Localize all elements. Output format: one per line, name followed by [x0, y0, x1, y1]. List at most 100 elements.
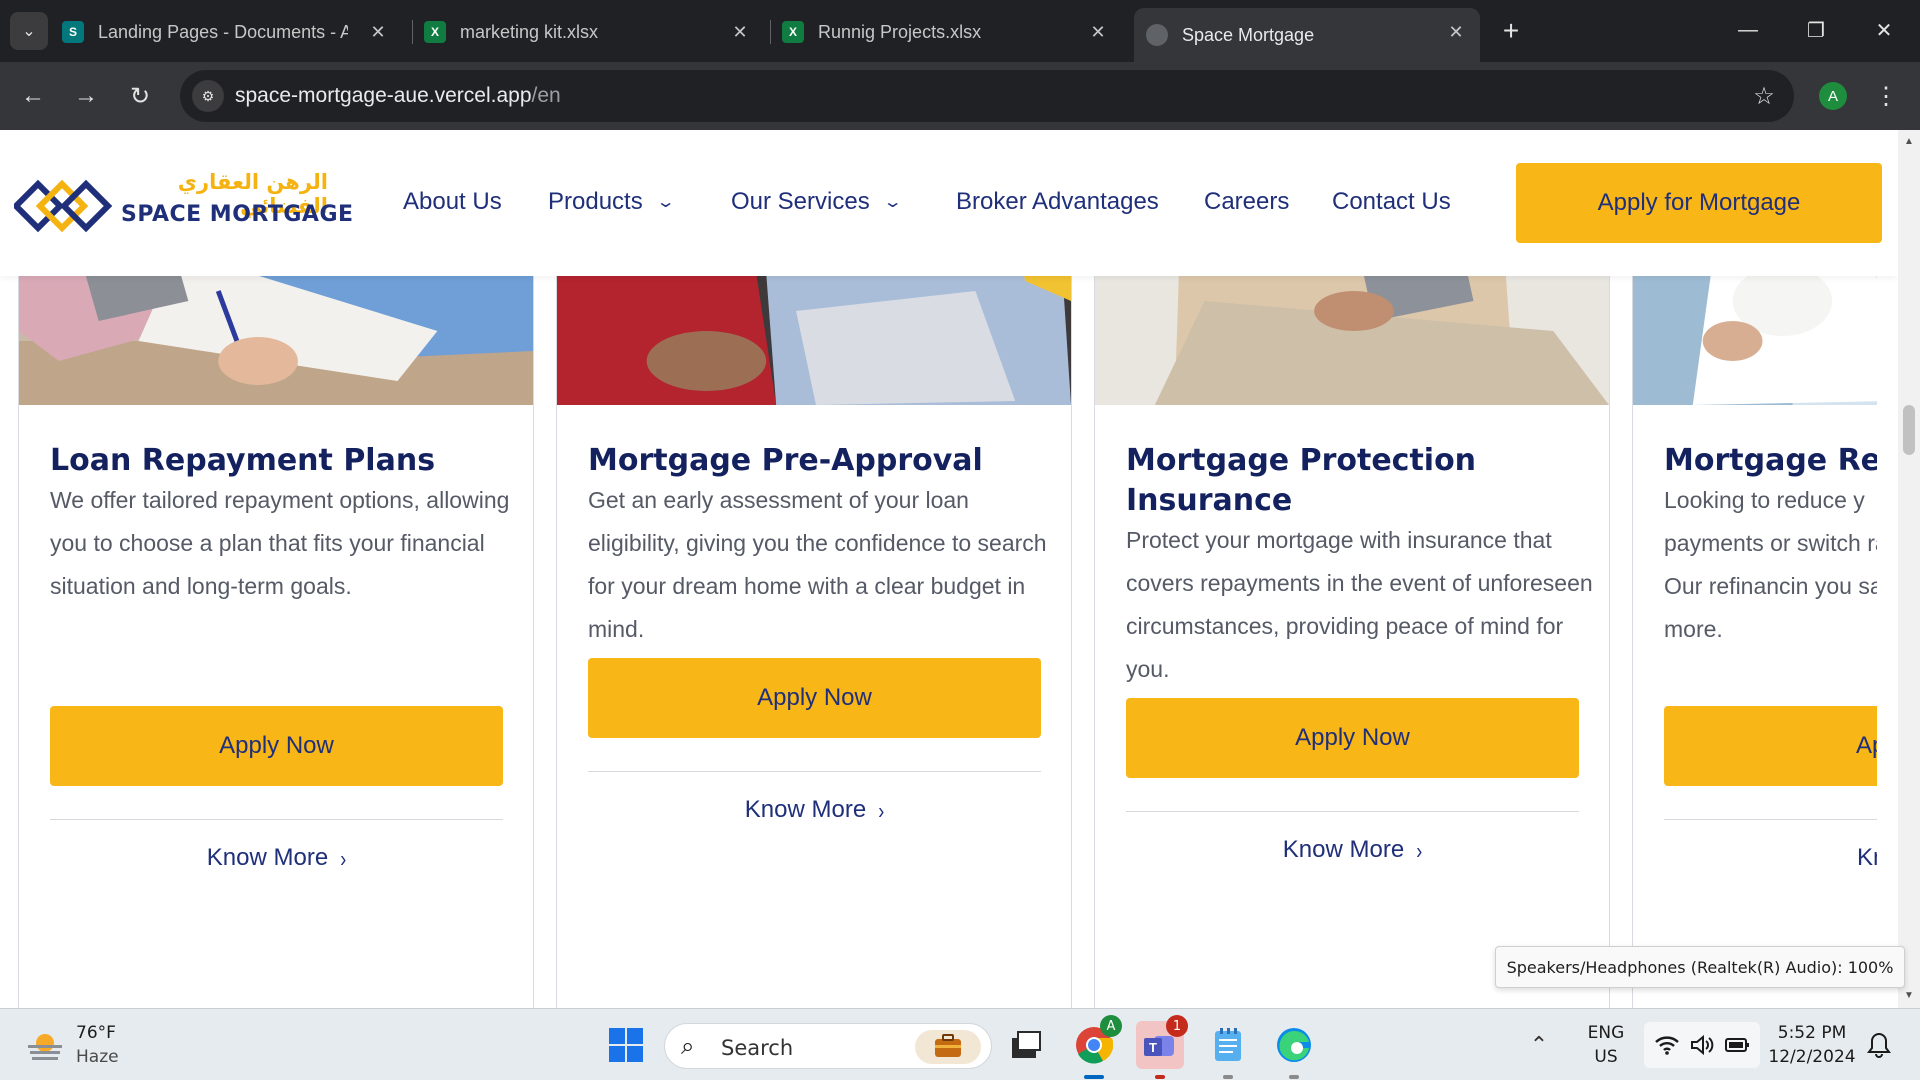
tab-title: marketing kit.xlsx	[460, 21, 599, 42]
know-more-link[interactable]: Know More ›	[1126, 836, 1579, 864]
page-scrollbar[interactable]: ▲ ▼	[1898, 130, 1920, 1008]
know-more-link[interactable]: Know	[1664, 844, 1877, 872]
clock[interactable]: 5:52 PM 12/2/2024	[1766, 1023, 1858, 1067]
weather-temperature[interactable]: 76°F	[76, 1023, 116, 1043]
address-bar[interactable]: ⚙ space-mortgage-aue.vercel.app/en ☆	[180, 70, 1794, 122]
notepad-taskbar-button[interactable]	[1204, 1021, 1252, 1069]
start-button[interactable]	[602, 1021, 650, 1069]
space-mortgage-logo-icon[interactable]	[14, 168, 112, 240]
close-icon: ✕	[1875, 19, 1893, 42]
restore-button[interactable]: ❐	[1786, 10, 1846, 50]
svg-text:T: T	[1149, 1040, 1157, 1055]
minimize-button[interactable]: —	[1718, 10, 1778, 50]
reload-button[interactable]: ↻	[120, 76, 160, 116]
teams-indicator	[1155, 1075, 1165, 1079]
nav-label: Our Services	[731, 188, 870, 215]
scrollbar-thumb[interactable]	[1903, 405, 1915, 455]
taskbar-search[interactable]: ⌕ Search	[664, 1023, 992, 1069]
card-description: Looking to reduce y payments or switch r…	[1664, 487, 1877, 642]
sharepoint-icon: S	[62, 21, 84, 43]
nav-broker-advantages[interactable]: Broker Advantages	[956, 188, 1159, 216]
weather-condition[interactable]: Haze	[76, 1047, 119, 1067]
site-header: الرهن العقاري الفضائي SPACE MORTGAGE Abo…	[0, 130, 1898, 276]
card-title: Mortgage Pre-Approval	[588, 443, 983, 478]
tab-running-projects[interactable]: X Runnig Projects.xlsx ✕	[782, 8, 1122, 56]
apply-now-button[interactable]: Apply Now	[1126, 698, 1579, 778]
profile-initial: A	[1827, 87, 1838, 105]
search-icon: ⌕	[681, 1033, 695, 1060]
close-window-button[interactable]: ✕	[1854, 10, 1914, 50]
nav-label: Products	[548, 188, 643, 215]
tab-title: Landing Pages - Documents - A	[98, 21, 348, 42]
minimize-icon: —	[1738, 18, 1758, 41]
chevron-right-icon: ›	[340, 845, 347, 872]
keyboard-layout: US	[1594, 1047, 1618, 1067]
clock-date: 12/2/2024	[1768, 1047, 1856, 1067]
arrow-right-icon: →	[74, 82, 98, 109]
notepad-indicator	[1223, 1075, 1233, 1079]
haze-weather-icon[interactable]	[26, 1029, 64, 1063]
page-viewport: Loan Repayment Plans We offer tailored r…	[0, 130, 1898, 1008]
tab-landing-pages[interactable]: S Landing Pages - Documents - A ✕	[62, 8, 402, 56]
language-indicator[interactable]: ENG US	[1578, 1023, 1634, 1067]
notification-center-button[interactable]	[1862, 1021, 1896, 1069]
wifi-icon	[1655, 1036, 1679, 1055]
tab-search-button[interactable]: ⌄	[10, 12, 48, 50]
nav-products[interactable]: Products ⌄	[548, 188, 675, 216]
edge-taskbar-button[interactable]	[1270, 1021, 1318, 1069]
apply-now-button[interactable]: Apply Now	[588, 658, 1041, 738]
browser-tab-strip: ⌄ S Landing Pages - Documents - A ✕ X ma…	[0, 0, 1920, 62]
nav-label: Careers	[1204, 188, 1290, 215]
nav-our-services[interactable]: Our Services ⌄	[731, 188, 902, 216]
scroll-up-arrow-icon[interactable]: ▲	[1903, 136, 1915, 148]
nav-contact-us[interactable]: Contact Us	[1332, 188, 1451, 216]
volume-tooltip: Speakers/Headphones (Realtek(R) Audio): …	[1495, 946, 1905, 988]
tab-title: Runnig Projects.xlsx	[818, 21, 982, 42]
browser-toolbar: ← → ↻ ⚙ space-mortgage-aue.vercel.app/en…	[0, 62, 1920, 130]
profile-avatar[interactable]: A	[1819, 82, 1847, 110]
quick-settings-button[interactable]	[1644, 1022, 1760, 1068]
globe-icon	[1146, 24, 1168, 46]
excel-icon: X	[424, 21, 446, 43]
tab-space-mortgage[interactable]: Space Mortgage ✕	[1134, 8, 1480, 62]
nav-careers[interactable]: Careers	[1204, 188, 1289, 216]
notification-bell-icon	[1867, 1032, 1891, 1058]
know-more-link[interactable]: Know More ›	[50, 844, 503, 872]
card-divider	[50, 819, 503, 820]
volume-icon	[1691, 1034, 1714, 1056]
site-info-icon[interactable]: ⚙	[192, 80, 224, 112]
show-hidden-icons-button[interactable]: ⌃	[1524, 1021, 1554, 1069]
chrome-taskbar-button[interactable]: A	[1070, 1015, 1122, 1069]
edge-indicator	[1289, 1075, 1299, 1079]
close-tab-icon[interactable]: ✕	[1086, 20, 1110, 44]
forward-button[interactable]: →	[66, 76, 106, 116]
language-code: ENG	[1587, 1023, 1625, 1043]
nav-about-us[interactable]: About Us	[403, 188, 502, 216]
chevron-right-icon: ›	[878, 797, 885, 824]
apply-now-button[interactable]: Appl	[1664, 706, 1877, 786]
url-text[interactable]: space-mortgage-aue.vercel.app/en	[235, 84, 561, 108]
new-tab-button[interactable]: +	[1494, 14, 1528, 48]
apply-for-mortgage-button[interactable]: Apply for Mortgage	[1516, 163, 1882, 243]
tab-separator	[412, 20, 413, 44]
teams-taskbar-button[interactable]: T 1	[1136, 1015, 1188, 1069]
tab-marketing-kit[interactable]: X marketing kit.xlsx ✕	[424, 8, 764, 56]
apply-now-button[interactable]: Apply Now	[50, 706, 503, 786]
task-view-button[interactable]	[1002, 1021, 1050, 1069]
briefcase-icon[interactable]	[915, 1030, 981, 1064]
card-title: Loan Repayment Plans	[50, 443, 436, 478]
card-description: We offer tailored repayment options, all…	[50, 487, 510, 599]
back-button[interactable]: ←	[13, 76, 53, 116]
nav-label: Broker Advantages	[956, 188, 1159, 215]
tab-separator	[770, 20, 771, 44]
clock-time: 5:52 PM	[1777, 1023, 1847, 1043]
close-tab-icon[interactable]: ✕	[728, 20, 752, 44]
scroll-down-arrow-icon[interactable]: ▼	[1903, 990, 1915, 1002]
close-tab-icon[interactable]: ✕	[1444, 20, 1468, 44]
browser-menu-icon[interactable]: ⋮	[1872, 78, 1900, 114]
know-more-link[interactable]: Know More ›	[588, 796, 1041, 824]
close-tab-icon[interactable]: ✕	[366, 20, 390, 44]
bookmark-star-icon[interactable]: ☆	[1748, 80, 1780, 112]
teams-notification-badge: 1	[1166, 1015, 1188, 1037]
card-divider	[1664, 819, 1877, 820]
